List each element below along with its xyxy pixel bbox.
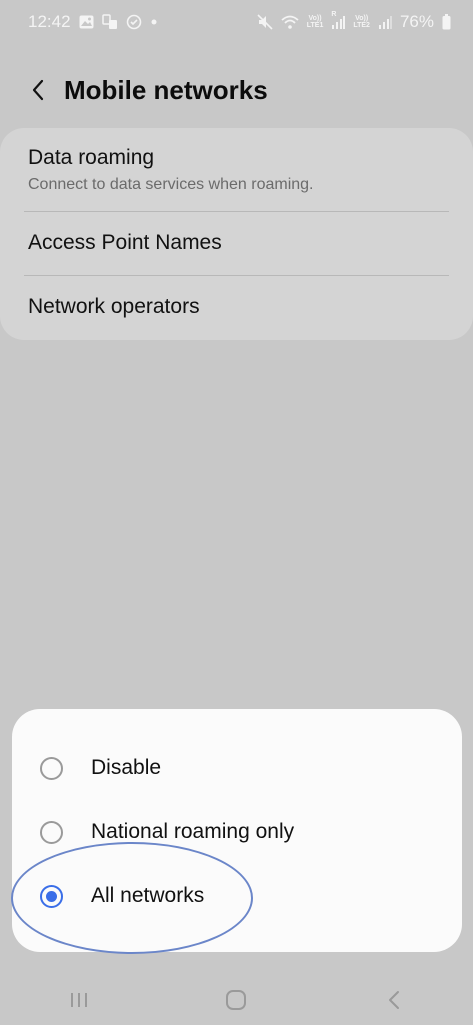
radio-selected-icon[interactable] bbox=[40, 884, 63, 908]
volte-lte1-label: Vo)) LTE1 bbox=[306, 15, 324, 29]
divider bbox=[24, 275, 449, 276]
item-subtitle: Connect to data services when roaming. bbox=[28, 176, 314, 193]
item-title: Data roaming bbox=[28, 146, 155, 169]
data-roaming-item[interactable]: Data roaming Connect to data services wh… bbox=[28, 146, 449, 194]
divider bbox=[24, 211, 449, 212]
wifi-icon bbox=[281, 14, 299, 30]
gallery-icon bbox=[79, 15, 94, 29]
recents-button[interactable] bbox=[49, 978, 109, 1022]
volte-lte2-label: Vo)) LTE2 bbox=[353, 15, 370, 29]
home-icon bbox=[226, 990, 247, 1010]
radio-unselected-icon[interactable] bbox=[40, 756, 63, 780]
option-all-networks[interactable]: All networks bbox=[12, 868, 462, 924]
roaming-options-sheet: Disable National roaming only All networ… bbox=[12, 709, 462, 952]
radio-unselected-icon[interactable] bbox=[40, 820, 63, 844]
access-point-names-item[interactable]: Access Point Names bbox=[28, 231, 449, 255]
option-disable[interactable]: Disable bbox=[12, 740, 462, 796]
network-operators-item[interactable]: Network operators bbox=[28, 295, 449, 319]
status-bar: 12:42 Vo)) LTE1 R Vo)) LTE2 76% bbox=[0, 0, 473, 44]
battery-percent: 76% bbox=[399, 12, 434, 31]
signal-icon: R bbox=[331, 11, 346, 29]
status-right: Vo)) LTE1 R Vo)) LTE2 76% bbox=[257, 11, 451, 32]
signal-2-icon bbox=[378, 15, 392, 29]
mute-icon bbox=[257, 14, 273, 30]
navigation-bar bbox=[0, 975, 473, 1025]
option-label: Disable bbox=[91, 756, 162, 779]
settings-card: Data roaming Connect to data services wh… bbox=[0, 128, 473, 340]
nav-back-button[interactable] bbox=[364, 978, 424, 1022]
option-label: All networks bbox=[91, 884, 205, 907]
recents-icon bbox=[70, 993, 87, 1007]
option-national-roaming-only[interactable]: National roaming only bbox=[12, 804, 462, 860]
sim-transfer-icon bbox=[101, 14, 118, 30]
home-button[interactable] bbox=[206, 978, 266, 1022]
battery-icon bbox=[442, 14, 451, 30]
back-icon bbox=[389, 991, 400, 1009]
item-title: Access Point Names bbox=[28, 231, 222, 254]
option-label: National roaming only bbox=[91, 820, 295, 843]
clock: 12:42 bbox=[28, 12, 71, 31]
item-title: Network operators bbox=[28, 295, 200, 318]
secure-folder-icon bbox=[126, 14, 142, 30]
notification-dot-icon bbox=[150, 18, 158, 26]
chevron-left-icon bbox=[32, 79, 44, 101]
back-button[interactable] bbox=[18, 70, 58, 110]
page-title: Mobile networks bbox=[64, 74, 268, 105]
status-left: 12:42 bbox=[28, 12, 158, 32]
app-header: Mobile networks bbox=[0, 62, 473, 118]
